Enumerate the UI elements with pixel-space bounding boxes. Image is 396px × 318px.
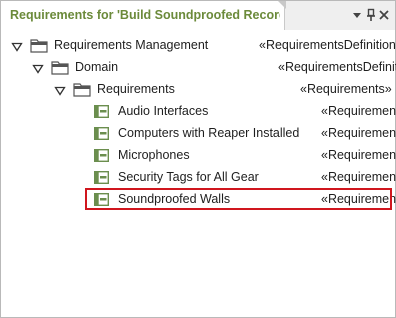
tree-node-label: Computers with Reaper Installed	[118, 126, 300, 140]
tree-node-label: Domain	[75, 60, 119, 74]
requirement-icon	[93, 170, 110, 185]
requirement-icon	[93, 104, 110, 119]
dropdown-icon[interactable]	[351, 8, 363, 22]
tree-node-stereotype: «Requirement	[321, 126, 396, 140]
close-icon[interactable]	[378, 8, 390, 22]
panel-tab[interactable]: Requirements for 'Build Soundproofed Rec…	[1, 1, 286, 30]
folder-icon	[51, 60, 69, 75]
tree-node[interactable]: Microphones «Requirement	[1, 145, 396, 167]
tree-node[interactable]: Requirements «Requirements»	[1, 79, 395, 101]
selection-highlight	[85, 188, 392, 210]
folder-icon	[73, 82, 91, 97]
expanded-triangle-icon[interactable]	[32, 62, 44, 74]
tree-node-label: Requirements Management	[54, 38, 209, 52]
panel-titlebar: Requirements for 'Build Soundproofed Rec…	[1, 1, 395, 30]
tree-node-stereotype: «RequirementsDefinit	[278, 60, 396, 74]
tree-node-label: Microphones	[118, 148, 190, 162]
tree-node[interactable]: Domain «RequirementsDefinit	[1, 57, 396, 79]
folder-icon	[30, 38, 48, 53]
tree-node[interactable]: Computers with Reaper Installed «Require…	[1, 123, 396, 145]
tree-node[interactable]: Requirements Management «RequirementsDef…	[1, 35, 396, 57]
panel-title: Requirements for 'Build Soundproofed Rec…	[10, 8, 280, 22]
tree-node[interactable]: Security Tags for All Gear «Requirement	[1, 167, 396, 189]
requirements-panel: Requirements for 'Build Soundproofed Rec…	[0, 0, 396, 318]
expanded-triangle-icon[interactable]	[11, 40, 23, 52]
tree-node[interactable]: Audio Interfaces «Requirement	[1, 101, 396, 123]
pin-icon[interactable]	[365, 8, 377, 22]
tab-corner	[278, 1, 286, 9]
expanded-triangle-icon[interactable]	[54, 84, 66, 96]
requirements-tree: Requirements Management «RequirementsDef…	[1, 31, 396, 317]
tree-node-stereotype: «Requirement	[321, 104, 396, 118]
tree-node-stereotype: «Requirement	[321, 170, 396, 184]
tree-node-label: Security Tags for All Gear	[118, 170, 259, 184]
requirement-icon	[93, 126, 110, 141]
tree-node-stereotype: «Requirement	[321, 148, 396, 162]
tree-node-stereotype: «Requirements»	[300, 82, 392, 96]
tree-node-stereotype: «RequirementsDefinition»	[259, 38, 396, 52]
tree-node-label: Requirements	[97, 82, 175, 96]
requirement-icon	[93, 148, 110, 163]
tree-node-label: Audio Interfaces	[118, 104, 209, 118]
